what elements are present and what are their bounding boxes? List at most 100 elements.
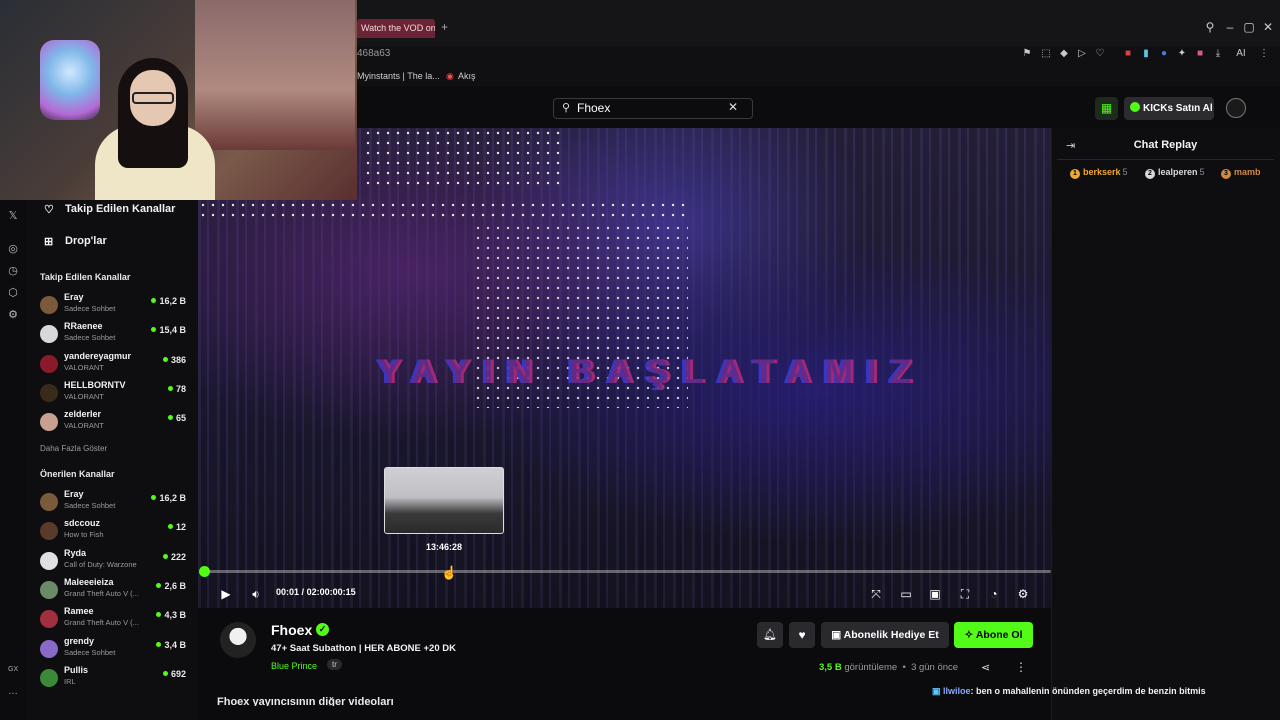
play-icon[interactable]: ▷ <box>1076 48 1088 60</box>
chat-message-user[interactable]: llwiloe <box>943 686 971 696</box>
settings-icon[interactable]: ⚙ <box>6 308 20 322</box>
webcam-window <box>195 0 355 150</box>
subscribe-label: Abone Ol <box>975 629 1023 641</box>
gifter-name: berkserk <box>1083 167 1121 177</box>
dot-pattern <box>363 128 561 188</box>
new-tab-icon[interactable]: + <box>441 20 448 34</box>
maximize-icon[interactable]: ▢ <box>1242 20 1256 34</box>
user-avatar[interactable] <box>1226 98 1246 118</box>
gift-sub-button[interactable]: ▣ Abonelik Hediye Et <box>821 622 949 648</box>
dot-pattern <box>198 200 688 222</box>
bookmark-myinstants[interactable]: Myinstants | The la... <box>357 71 440 81</box>
close-icon[interactable]: ✕ <box>1261 20 1275 34</box>
channel-name[interactable]: Fhoex <box>271 622 312 638</box>
channel-name: Eray <box>64 292 84 302</box>
settings-gear-icon[interactable]: ⚙ <box>1015 586 1031 602</box>
kicks-buy-label: KICKs Satın Al <box>1143 103 1213 114</box>
menu-dots-icon[interactable]: ⋮ <box>1258 48 1270 60</box>
gifter-rank-badge: 2 <box>1145 169 1155 179</box>
download-icon[interactable]: ⤓ <box>1212 48 1224 60</box>
current-time: 00:01 <box>276 587 300 597</box>
extension-circle-icon[interactable]: ● <box>1158 48 1170 60</box>
extension-pink-icon[interactable]: ■ <box>1194 48 1206 60</box>
more-icon[interactable]: … <box>8 686 18 697</box>
clip-icon[interactable]: ⤧ <box>868 586 884 602</box>
sidebar-channel[interactable]: HELLBORNTV VALORANT 78 <box>38 380 190 408</box>
gx-label[interactable]: GX <box>8 666 18 673</box>
sidebar-channel[interactable]: RRaenee Sadece Sohbet 15,4 B <box>38 321 190 349</box>
top-gifter[interactable]: 3 mamb <box>1221 167 1261 179</box>
clock-icon[interactable]: ◷ <box>6 264 20 278</box>
minimize-icon[interactable]: – <box>1223 20 1237 34</box>
play-circle-icon[interactable]: ◎ <box>6 242 20 256</box>
channel-avatar <box>40 413 58 432</box>
seek-handle[interactable] <box>199 566 210 577</box>
sidebar-channel[interactable]: Eray Sadece Sohbet 16,2 B <box>38 292 190 320</box>
channel-name: sdccouz <box>64 518 101 529</box>
sidebar-channel[interactable]: Maleeeieiza Grand Theft Auto V (... 2,6 B <box>38 577 190 605</box>
play-button[interactable]: ▶ <box>218 586 234 602</box>
sidebar-channel[interactable]: Ryda Call of Duty: Warzone 222 <box>38 548 190 576</box>
game-link[interactable]: Blue Prince <box>271 661 317 671</box>
kicks-buy-button[interactable]: KICKs Satın Al <box>1124 97 1214 120</box>
view-label: görüntüleme <box>844 662 898 673</box>
sidebar-channel[interactable]: Pullis IRL 692 <box>38 665 190 693</box>
viewer-count: 78 <box>168 384 186 394</box>
channel-avatar[interactable] <box>220 622 256 658</box>
screenshot-icon[interactable]: ⬚ <box>1040 48 1052 60</box>
follow-heart-button[interactable]: ♥ <box>789 622 815 648</box>
channel-name: Eray <box>64 489 84 499</box>
speed-icon[interactable]: ◔ <box>986 586 1002 602</box>
ai-button[interactable]: AI <box>1232 48 1250 60</box>
pin-icon[interactable]: ⚑ <box>1021 48 1033 60</box>
show-more-link[interactable]: Daha Fazla Göster <box>40 444 107 453</box>
shield-icon[interactable]: ◆ <box>1058 48 1070 60</box>
webcam-overlay <box>0 0 357 200</box>
extension-red-icon[interactable]: ■ <box>1122 48 1134 60</box>
video-player[interactable]: YAYIN BAŞLATAMIZ 13:46:28 ☝ ▶ 🔉︎ 00:01 /… <box>198 128 1051 608</box>
channel-avatar <box>40 354 58 373</box>
chat-title: Chat Replay <box>1133 139 1198 151</box>
sidebar-channel[interactable]: grendy Sadece Sohbet 3,4 B <box>38 636 190 664</box>
pip-icon[interactable]: ▣ <box>927 586 943 602</box>
notification-bell-button[interactable]: 🔔︎ <box>757 622 783 648</box>
url-text[interactable]: 468a63 <box>357 48 390 59</box>
share-icon[interactable]: ⋖ <box>981 661 990 674</box>
seek-bar[interactable] <box>204 570 1051 573</box>
language-tag[interactable]: tr <box>327 659 342 670</box>
gifter-count: 5 <box>1199 167 1205 177</box>
browser-search-icon[interactable]: ⚲ <box>1203 20 1217 34</box>
subscribe-button[interactable]: ✧ Abone Ol <box>954 622 1033 648</box>
x-icon[interactable]: 𝕏 <box>6 209 20 223</box>
theater-icon[interactable]: ▭ <box>898 586 914 602</box>
volume-icon[interactable]: 🔉︎ <box>248 586 264 602</box>
top-gifter[interactable]: 1 berkserk 5 <box>1070 167 1128 179</box>
sidebar-channel[interactable]: Ramee Grand Theft Auto V (... 4,3 B <box>38 606 190 634</box>
heart-icon[interactable]: ♡ <box>1094 48 1106 60</box>
viewer-count: 3,4 B <box>156 640 186 650</box>
sidebar-channel[interactable]: zelderler VALORANT 65 <box>38 409 190 437</box>
sidebar-channel[interactable]: yandereyagmur VALORANT 386 <box>38 351 190 379</box>
tab-active[interactable]: Watch the VOD on <box>357 19 435 38</box>
sidebar-channel[interactable]: Eray Sadece Sohbet 16,2 B <box>38 489 190 517</box>
sidebar-channel[interactable]: sdccouz How to Fish 12 <box>38 518 190 546</box>
bookmark-akis[interactable]: Akış <box>458 71 476 81</box>
nav-followed[interactable]: Takip Edilen Kanallar <box>65 203 175 215</box>
top-gifter[interactable]: 2 lealperen 5 <box>1145 167 1205 179</box>
gift-icon: ▣ <box>831 629 844 641</box>
channel-category: VALORANT <box>64 362 104 372</box>
kick-grid-button[interactable]: ▦ <box>1095 97 1118 120</box>
mouse-cursor-icon: ☝ <box>441 565 458 580</box>
view-count: 3,5 B <box>819 662 842 673</box>
cube-icon[interactable]: ⬡ <box>6 286 20 300</box>
nav-drops[interactable]: Drop'lar <box>65 235 107 247</box>
fullscreen-icon[interactable]: ⛶ <box>957 586 973 602</box>
extension-blue-icon[interactable]: ▮ <box>1140 48 1152 60</box>
more-options-icon[interactable]: ⋮ <box>1015 660 1027 674</box>
puzzle-icon[interactable]: ✦ <box>1176 48 1188 60</box>
channel-category: Grand Theft Auto V (... <box>64 618 139 628</box>
search-input[interactable] <box>577 99 727 117</box>
followed-title: Takip Edilen Kanallar <box>40 272 131 282</box>
clear-search-icon[interactable]: ✕ <box>728 100 738 114</box>
channel-category: Sadece Sohbet <box>64 501 116 510</box>
